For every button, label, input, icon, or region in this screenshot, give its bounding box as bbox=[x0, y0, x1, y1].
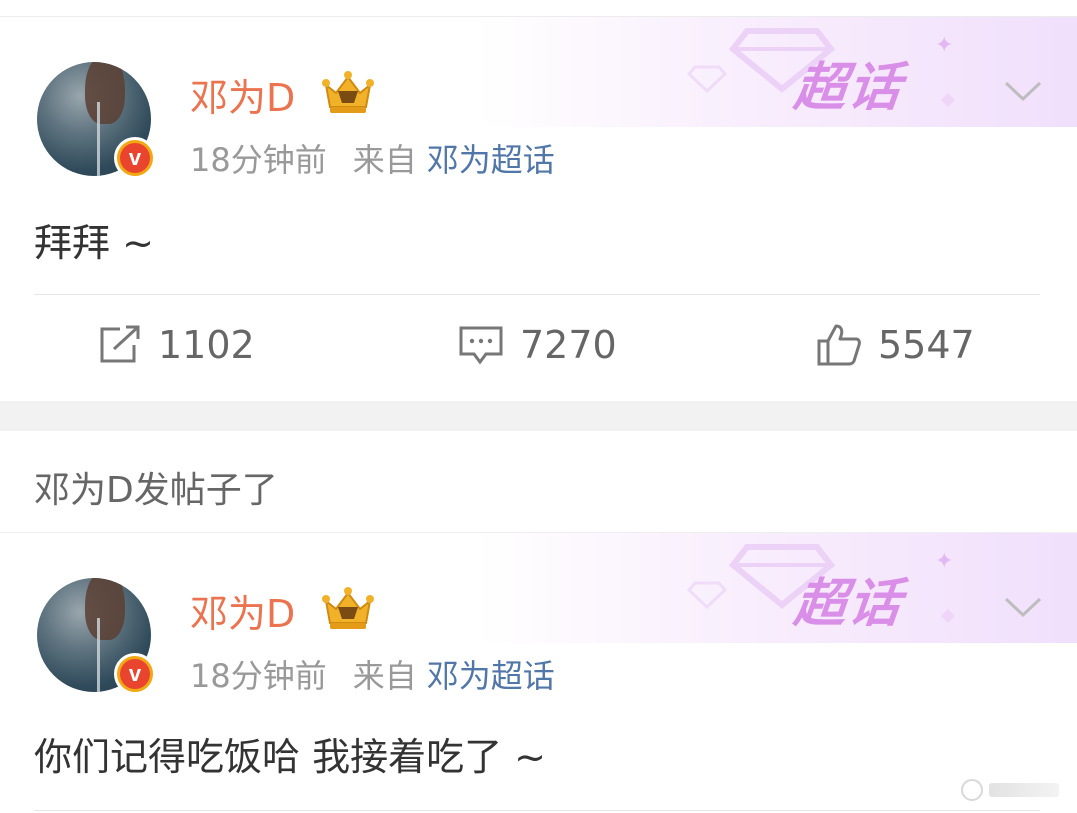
repost-button[interactable]: 1102 bbox=[98, 323, 255, 367]
sparkle-icon: ✦ bbox=[935, 549, 954, 574]
comment-button[interactable]: 7270 bbox=[458, 323, 617, 367]
from-label: 来自 bbox=[352, 141, 417, 179]
avatar-hair bbox=[85, 62, 125, 124]
verified-badge: v bbox=[114, 137, 156, 179]
watermark-mark bbox=[989, 783, 1059, 797]
repost-count: 1102 bbox=[158, 323, 255, 367]
post-content: 拜拜 ~ bbox=[34, 221, 154, 265]
post-time: 18分钟前 bbox=[190, 141, 327, 179]
sparkle-dot bbox=[940, 92, 956, 108]
small-diamond-icon bbox=[687, 581, 727, 609]
post-card-2[interactable]: ✦ 超话 v 邓为D 18分钟前 来自 邓为超话 你们记得吃饭哈 我接着吃了 ~ bbox=[0, 533, 1077, 813]
activity-header: 邓为D发帖子了 bbox=[0, 431, 1077, 532]
chaohua-label: 超话 bbox=[791, 574, 906, 634]
comment-count: 7270 bbox=[520, 323, 617, 367]
chevron-down-icon[interactable] bbox=[1003, 595, 1043, 619]
section-gap bbox=[0, 401, 1077, 431]
avatar-detail bbox=[97, 102, 100, 176]
post-meta: 18分钟前 来自 邓为超话 bbox=[190, 135, 555, 181]
chevron-down-icon[interactable] bbox=[1003, 79, 1043, 103]
post-content: 你们记得吃饭哈 我接着吃了 ~ bbox=[34, 735, 546, 779]
v-verified-icon: v bbox=[120, 659, 150, 689]
like-count: 5547 bbox=[878, 323, 975, 367]
post-actions: 1102 7270 5547 bbox=[0, 295, 1077, 401]
watermark bbox=[961, 779, 1059, 801]
chaohua-banner[interactable]: ✦ 超话 bbox=[477, 533, 1077, 643]
activity-header-text: 邓为D发帖子了 bbox=[34, 470, 278, 511]
crown-icon[interactable] bbox=[320, 585, 376, 631]
post-time: 18分钟前 bbox=[190, 657, 327, 695]
post-card-1[interactable]: ✦ 超话 v 邓为D 18分钟前 来自 邓为超话 拜拜 ~ 1102 7270 … bbox=[0, 17, 1077, 401]
chaohua-label: 超话 bbox=[791, 58, 906, 118]
crown-icon[interactable] bbox=[320, 69, 376, 115]
avatar-hair bbox=[85, 578, 125, 640]
source-link[interactable]: 邓为超话 bbox=[427, 657, 555, 695]
repost-icon bbox=[100, 325, 140, 363]
v-verified-icon: v bbox=[120, 143, 150, 173]
source-link[interactable]: 邓为超话 bbox=[427, 141, 555, 179]
author-name[interactable]: 邓为D bbox=[190, 67, 295, 122]
like-button[interactable]: 5547 bbox=[816, 323, 975, 367]
sparkle-dot bbox=[940, 608, 956, 624]
from-label: 来自 bbox=[352, 657, 417, 695]
thumbs-up-icon bbox=[817, 324, 861, 366]
verified-badge: v bbox=[114, 653, 156, 695]
comment-icon bbox=[459, 326, 503, 365]
watermark-logo-icon bbox=[961, 779, 983, 801]
sparkle-icon: ✦ bbox=[935, 33, 954, 58]
chaohua-banner[interactable]: ✦ 超话 bbox=[477, 17, 1077, 127]
small-diamond-icon bbox=[687, 65, 727, 93]
actions-divider bbox=[34, 810, 1040, 811]
author-name[interactable]: 邓为D bbox=[190, 583, 295, 638]
post-meta: 18分钟前 来自 邓为超话 bbox=[190, 651, 555, 697]
avatar-detail bbox=[97, 618, 100, 692]
